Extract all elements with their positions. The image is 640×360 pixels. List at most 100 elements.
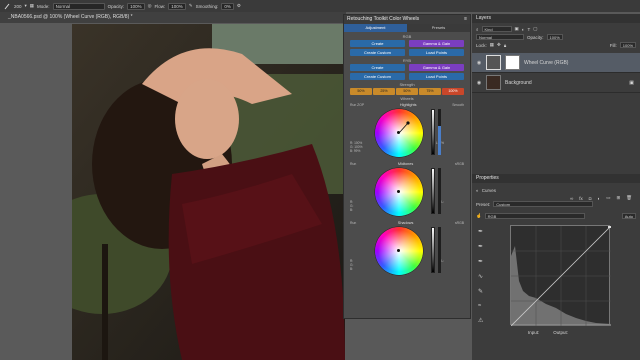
shadows-right-label[interactable]: sRGB <box>455 220 464 226</box>
toolkit-panel: Retouching Toolkit Color Wheels ≡ Adjust… <box>343 14 471 319</box>
document-tab[interactable]: _NBA0566.psd @ 100% (Wheel Curve (RGB), … <box>0 12 346 23</box>
kind-filter-select[interactable]: Kind <box>481 26 512 32</box>
brush-tool-icon[interactable] <box>4 3 11 10</box>
tab-presets[interactable]: Presets <box>407 24 470 32</box>
strength-button-1[interactable]: 50% <box>350 88 372 95</box>
shadows-values: R: G: B: <box>350 259 353 271</box>
auto-button[interactable]: Auto <box>621 213 636 219</box>
midtones-left-label[interactable]: Run <box>350 161 356 167</box>
highlights-right-label[interactable]: Smooth <box>452 102 464 108</box>
ryb-row-1: Create Gamma & Gain <box>344 64 470 71</box>
smooth-icon[interactable]: ≈ <box>478 303 483 309</box>
lock-all-icon[interactable]: 🔒︎ <box>504 43 506 48</box>
rgb-row-2: Create Custom Load Points <box>344 49 470 56</box>
ryb-create-custom-button[interactable]: Create Custom <box>350 73 405 80</box>
highlights-left-label[interactable]: Run ZOP <box>350 102 364 108</box>
lock-position-icon[interactable]: ✥ <box>497 42 501 48</box>
warning-icon[interactable]: ⚠ <box>478 317 483 324</box>
options-bar: 200 ▾ ▦ Mode: Normal Opacity: 100% ◎ Flo… <box>0 0 640 12</box>
photoshop-window: { "options_bar": { "mode_label": "Mode:"… <box>0 0 640 360</box>
highlights-level-bar[interactable] <box>438 109 441 155</box>
strength-button-4[interactable]: 75% <box>419 88 441 95</box>
smoothing-field[interactable]: 0% <box>221 2 234 10</box>
shadows-l-value: L: <box>441 259 444 263</box>
shadows-level-bar[interactable] <box>438 227 441 273</box>
strength-button-2[interactable]: 25% <box>373 88 395 95</box>
shadows-l-values: L: <box>441 259 444 263</box>
highlights-luma-slider[interactable] <box>431 109 435 155</box>
properties-panel-header[interactable]: Properties <box>472 174 640 183</box>
midtones-level-bar[interactable] <box>438 168 441 214</box>
rgb-gamma-gain-button[interactable]: Gamma & Gain <box>409 40 464 47</box>
layers-filter-row: ⌕ Kind ▣ ◐ T ▢ <box>472 25 640 33</box>
filter-adjustment-icon[interactable]: ◐ <box>522 27 525 32</box>
opacity-field[interactable]: 100% <box>127 2 145 10</box>
target-adjust-icon[interactable]: ☝ <box>476 213 482 219</box>
preset-select[interactable]: Custom <box>493 201 594 207</box>
brush-preset-icon[interactable]: ▾ <box>25 3 27 9</box>
curves-graph[interactable] <box>510 225 612 327</box>
airbrush-icon[interactable]: ✎ <box>189 3 193 9</box>
smoothing-settings-icon[interactable]: ⚙ <box>237 3 241 9</box>
mode-select[interactable]: Normal <box>52 2 105 10</box>
midtones-right-label[interactable]: sRGB <box>455 161 464 167</box>
curves-adjustment-icon <box>486 55 501 70</box>
layers-opacity-field[interactable]: 100% <box>546 34 563 40</box>
filter-type-icon[interactable]: T <box>528 27 531 32</box>
layer-name[interactable]: Wheel Curve (RGB) <box>524 60 568 66</box>
midtones-l-value: L: <box>441 200 444 204</box>
document-title: _NBA0566.psd @ 100% (Wheel Curve (RGB), … <box>8 14 133 20</box>
toolkit-title-bar[interactable]: Retouching Toolkit Color Wheels ≡ <box>344 15 470 24</box>
mode-label: Mode: <box>37 3 50 9</box>
midtones-b-value: B: <box>350 208 354 212</box>
brush-size[interactable]: 200 <box>14 4 22 9</box>
shadows-center-dot <box>397 249 400 252</box>
eye-icon[interactable]: ◉ <box>476 60 482 66</box>
smoothing-label: Smoothing: <box>195 3 219 9</box>
midtones-l-values: L: <box>441 200 444 204</box>
rgb-create-button[interactable]: Create <box>350 40 405 47</box>
channel-select[interactable]: RGB <box>484 213 585 219</box>
eye-icon[interactable]: ◉ <box>476 80 482 86</box>
lock-pixels-icon[interactable]: ▦ <box>490 42 494 48</box>
filter-shape-icon[interactable]: ▢ <box>533 26 537 32</box>
eyedropper-black-icon[interactable]: ✒ <box>478 228 483 235</box>
ryb-gamma-gain-button[interactable]: Gamma & Gain <box>409 64 464 71</box>
pencil-icon[interactable]: ✎ <box>478 288 483 295</box>
shadows-left-label[interactable]: Run <box>350 220 356 226</box>
toolkit-menu-icon[interactable]: ≡ <box>464 15 467 24</box>
filter-pixel-icon[interactable]: ▣ <box>515 26 519 32</box>
eyedropper-white-icon[interactable]: ✒ <box>478 258 483 265</box>
layer-row-background[interactable]: ◉ Background ▣ <box>472 73 640 93</box>
rgb-load-points-button[interactable]: Load Points <box>409 49 464 56</box>
layer-name[interactable]: Background <box>505 80 532 86</box>
strength-button-3[interactable]: 50% <box>396 88 418 95</box>
midtones-color-wheel[interactable] <box>375 168 423 216</box>
midtones-values: R: G: B: <box>350 200 353 212</box>
midtones-wheel-block: Run Midtones sRGB R: G: B: L: <box>348 161 466 220</box>
eyedropper-gray-icon[interactable]: ✒ <box>478 243 483 250</box>
tab-adjustment[interactable]: Adjustment <box>344 24 407 32</box>
flow-field[interactable]: 100% <box>168 2 186 10</box>
layer-mask-thumbnail[interactable] <box>505 55 520 70</box>
ryb-create-button[interactable]: Create <box>350 64 405 71</box>
blend-mode-select[interactable]: Normal <box>476 34 524 40</box>
midtones-luma-slider[interactable] <box>431 168 435 214</box>
curve-point-icon[interactable]: ∿ <box>478 273 483 280</box>
ryb-row-2: Create Custom Load Points <box>344 73 470 80</box>
highlights-color-wheel[interactable] <box>375 109 423 157</box>
shadows-luma-slider[interactable] <box>431 227 435 273</box>
flow-label: Flow: <box>154 3 166 9</box>
properties-type-row: ◐ Curves <box>472 186 500 194</box>
brush-settings-icon[interactable]: ▦ <box>30 3 34 9</box>
layers-panel-header[interactable]: Layers <box>472 14 640 23</box>
strength-button-5[interactable]: 100% <box>442 88 464 95</box>
search-icon: ⌕ <box>476 26 479 32</box>
ryb-load-points-button[interactable]: Load Points <box>409 73 464 80</box>
pressure-opacity-icon[interactable]: ◎ <box>148 3 152 9</box>
strength-buttons: 50% 25% 50% 75% 100% <box>344 88 470 95</box>
rgb-create-custom-button[interactable]: Create Custom <box>350 49 405 56</box>
shadows-color-wheel[interactable] <box>375 227 423 275</box>
layer-row-curve[interactable]: ◉ Wheel Curve (RGB) <box>472 53 640 73</box>
fill-field[interactable]: 100% <box>619 42 636 48</box>
